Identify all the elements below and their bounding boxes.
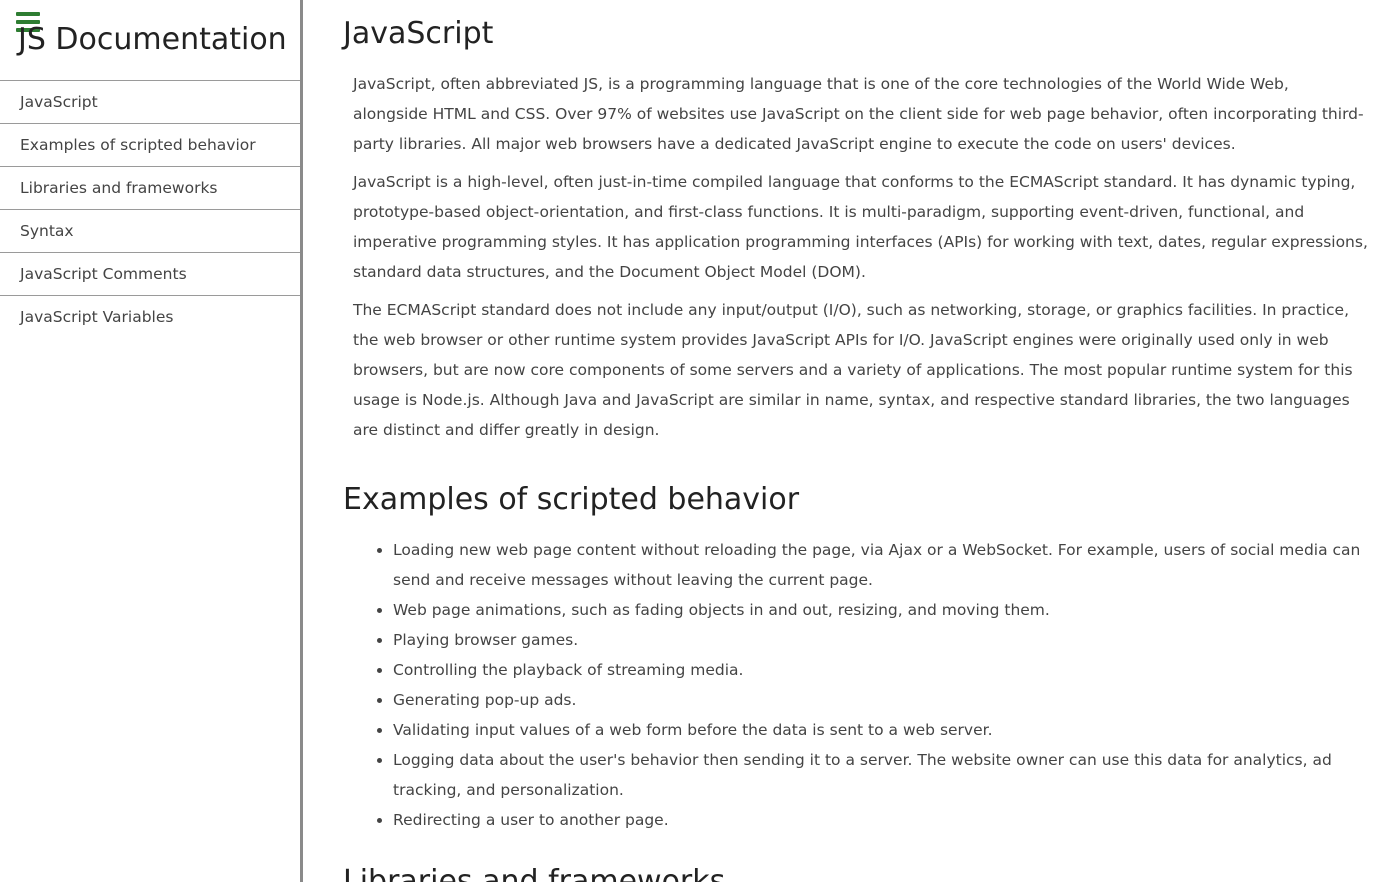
paragraph: JavaScript, often abbreviated JS, is a p… (353, 75, 1364, 153)
list-item: Controlling the playback of streaming me… (393, 655, 1368, 685)
navbar: JS Documentation JavaScript Examples of … (0, 0, 300, 882)
section-heading-libraries: Libraries and frameworks (343, 864, 726, 882)
list-item: Loading new web page content without rel… (393, 535, 1368, 595)
list-item: Web page animations, such as fading obje… (393, 595, 1368, 625)
nav-link-libraries-and-frameworks[interactable]: Libraries and frameworks (0, 166, 300, 209)
nav-link-javascript-comments[interactable]: JavaScript Comments (0, 252, 300, 295)
list-item: Playing browser games. (393, 625, 1368, 655)
list-item: Redirecting a user to another page. (393, 805, 1368, 835)
list-item: Validating input values of a web form be… (393, 715, 1368, 745)
list-item: Generating pop-up ads. (393, 685, 1368, 715)
paragraph: The ECMAScript standard does not include… (353, 301, 1353, 439)
section-heading-examples: Examples of scripted behavior (343, 482, 800, 517)
nav-list: JavaScript Examples of scripted behavior… (0, 80, 300, 338)
main-doc: JavaScript JavaScript, often abbreviated… (303, 0, 1395, 882)
paragraph: JavaScript is a high-level, often just-i… (353, 173, 1368, 281)
nav-link-syntax[interactable]: Syntax (0, 209, 300, 252)
examples-list: Loading new web page content without rel… (393, 535, 1368, 835)
nav-title: JS Documentation (18, 22, 287, 57)
section-heading-javascript: JavaScript (343, 16, 494, 51)
nav-link-javascript-variables[interactable]: JavaScript Variables (0, 295, 300, 338)
list-item: Logging data about the user's behavior t… (393, 745, 1368, 805)
nav-link-javascript[interactable]: JavaScript (0, 80, 300, 123)
nav-link-examples-of-scripted-behavior[interactable]: Examples of scripted behavior (0, 123, 300, 166)
